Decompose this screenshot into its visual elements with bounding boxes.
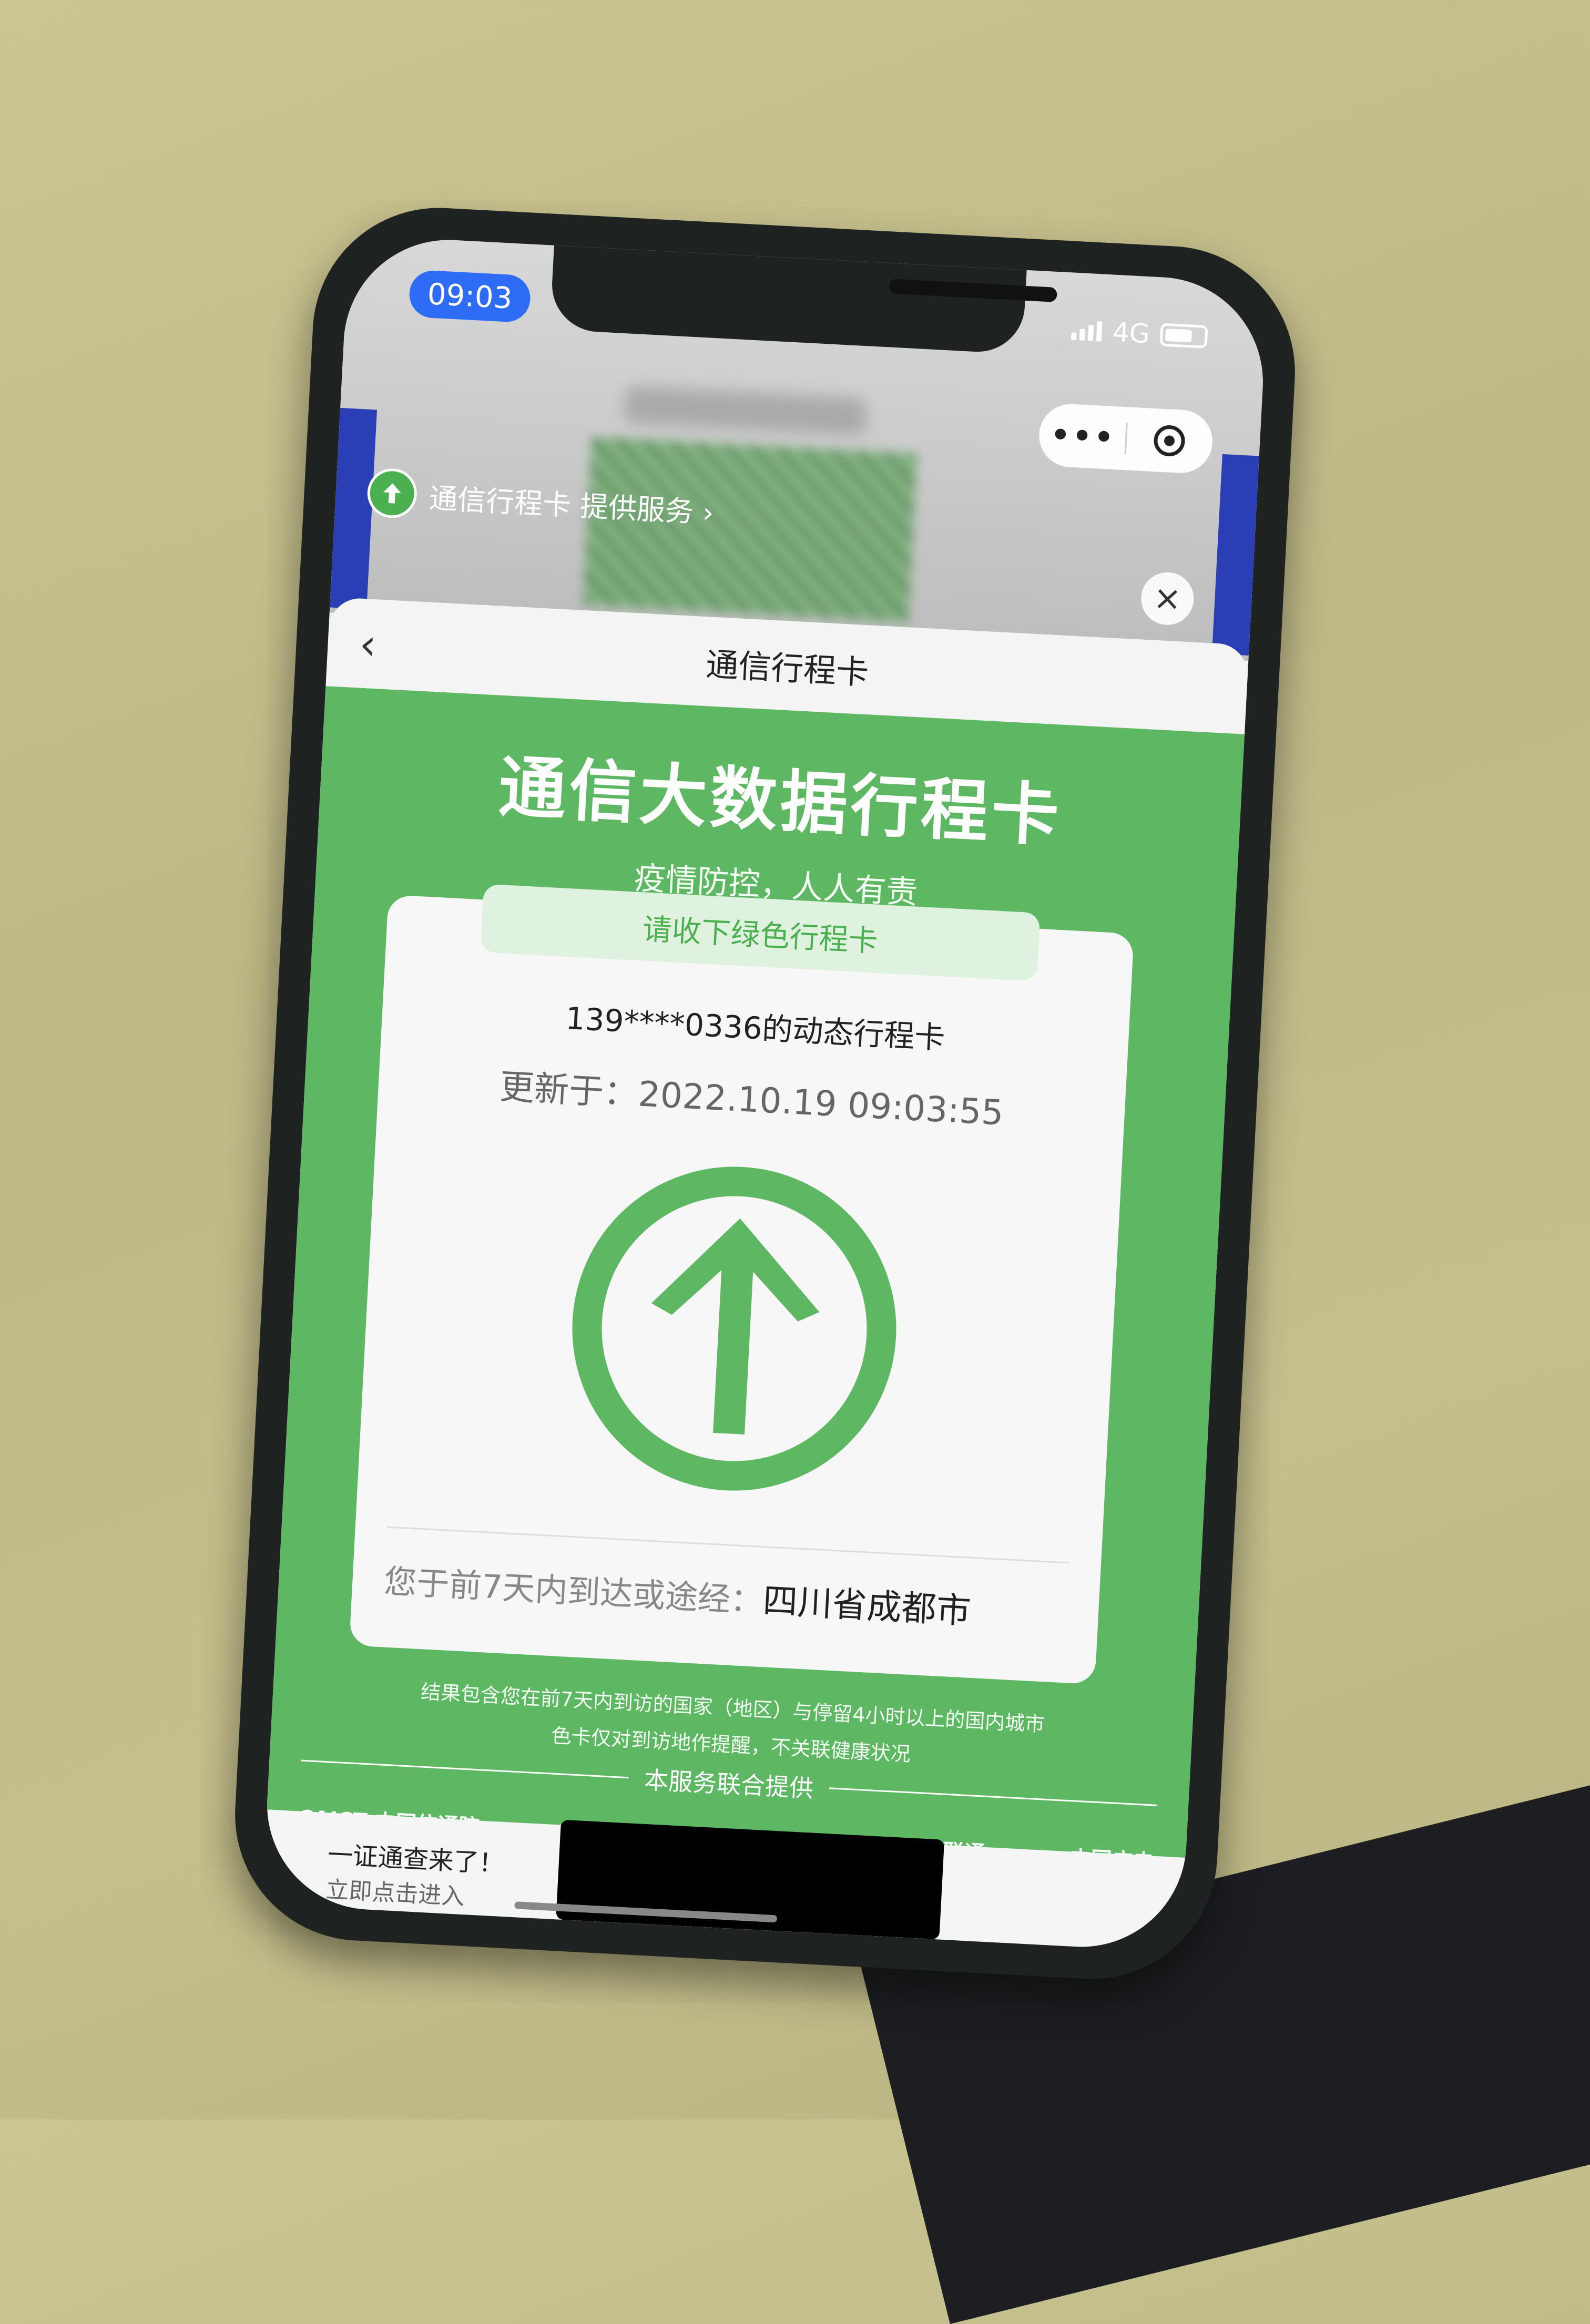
redaction-block	[556, 1819, 945, 1940]
update-time: 2022.10.19 09:03:55	[637, 1073, 1005, 1133]
exit-miniprogram-icon[interactable]	[1126, 422, 1214, 459]
sheet-title: 通信行程卡	[705, 645, 870, 692]
green-arrow-icon	[557, 1152, 911, 1506]
service-label: 本服务联合提供	[643, 1765, 814, 1803]
back-icon[interactable]: ‹	[358, 620, 378, 670]
itinerary-card: 请收下绿色行程卡 139****0336的动态行程卡 更新于：2022.10.1…	[349, 884, 1134, 1685]
visited-line: 您于前7天内到达或途经：四川省成都市	[383, 1552, 972, 1633]
service-rule-left	[301, 1759, 629, 1778]
battery-icon	[1159, 323, 1208, 349]
phone-number-line: 139****0336的动态行程卡	[565, 1000, 946, 1056]
arrow-up-icon	[366, 467, 419, 519]
status-time: 09:03	[408, 269, 532, 323]
update-label: 更新于：	[498, 1066, 639, 1114]
update-line: 更新于：2022.10.19 09:03:55	[378, 1052, 1126, 1142]
service-rule-right	[829, 1787, 1157, 1806]
visited-label: 您于前7天内到达或途经：	[383, 1562, 764, 1621]
phone-device: 09:03 4G ••• 通信行程卡 提供服务 › × ‹ 通信行程卡 通信大数…	[228, 201, 1302, 1985]
network-label: 4G	[1112, 316, 1151, 350]
miniprogram-capsule: •••	[1037, 402, 1215, 475]
signal-icon	[1071, 320, 1103, 342]
more-icon[interactable]: •••	[1038, 413, 1126, 459]
phone-screen: 09:03 4G ••• 通信行程卡 提供服务 › × ‹ 通信行程卡 通信大数…	[261, 234, 1269, 1952]
itinerary-sheet: ‹ 通信行程卡 通信大数据行程卡 疫情防控，人人有责 请收下绿色行程卡 139*…	[261, 597, 1249, 1952]
visited-city: 四川省成都市	[761, 1580, 972, 1632]
